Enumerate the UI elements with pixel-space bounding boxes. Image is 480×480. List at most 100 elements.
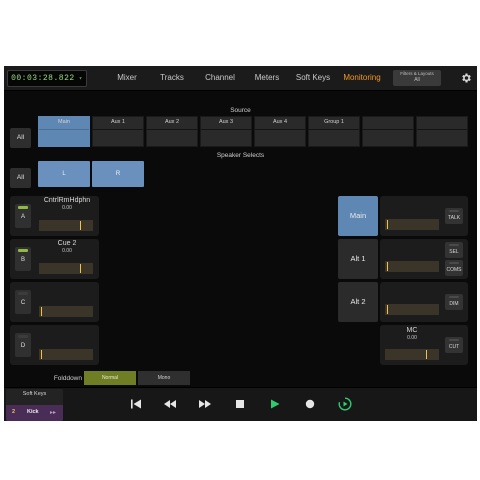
monitor-main-fader-cap[interactable] [387, 220, 388, 229]
tab-channel[interactable]: Channel [198, 66, 242, 90]
output-d-fader[interactable] [39, 349, 93, 360]
output-a-button[interactable]: A [15, 204, 31, 228]
monitoring-screen: 00:03:28.822 ▾ Mixer Tracks Channel Mete… [4, 66, 477, 421]
source-button-divider [201, 129, 251, 130]
speaker-button-l[interactable]: L [38, 161, 90, 187]
rewind-icon[interactable] [162, 396, 178, 412]
soft-key-strip[interactable]: 2 Kick ▸▸ [6, 405, 63, 421]
source-button-label: Aux 3 [218, 119, 234, 125]
output-a-fader-cap[interactable] [80, 221, 81, 230]
dim-button[interactable]: DIM [445, 294, 463, 310]
filters-layouts-button[interactable]: Filters & Layouts All [393, 70, 441, 86]
soft-key-name: Kick [27, 409, 39, 415]
output-c-button[interactable]: C [15, 290, 31, 314]
tab-monitoring[interactable]: Monitoring [337, 66, 387, 90]
source-button-divider [93, 129, 143, 130]
mc-fader-cap[interactable] [426, 350, 427, 359]
output-b-fader-cap[interactable] [80, 264, 81, 273]
stop-icon[interactable] [232, 396, 248, 412]
monitor-main-fader[interactable] [385, 219, 439, 230]
output-c-led [18, 292, 28, 295]
monitor-alt-2-fader[interactable] [385, 304, 439, 315]
output-c-letter: C [20, 300, 26, 306]
monitor-alt-1-panel: SEL COMS [380, 239, 468, 279]
tab-mixer[interactable]: Mixer [108, 66, 146, 90]
monitor-alt-2-button[interactable]: Alt 2 [338, 282, 378, 322]
soft-keys-panel[interactable]: Soft Keys 2 Kick ▸▸ [6, 389, 63, 421]
filters-layouts-value: All [414, 77, 420, 83]
source-label: Source [230, 107, 251, 114]
dim-label: DIM [449, 301, 459, 307]
tab-meters[interactable]: Meters [246, 66, 288, 90]
soft-key-next-icon[interactable]: ▸▸ [50, 409, 56, 416]
speaker-all-button[interactable]: All [10, 168, 31, 188]
talk-label: TALK [447, 215, 461, 221]
output-c-fader[interactable] [39, 306, 93, 317]
sel-led [449, 244, 459, 246]
output-a-led [18, 206, 28, 209]
source-button-divider [39, 129, 89, 130]
output-a-value: 0.00 [62, 205, 72, 211]
play-icon[interactable] [267, 396, 283, 412]
output-b-name: Cue 2 [57, 240, 77, 247]
monitor-alt-2-fader-cap[interactable] [387, 305, 388, 314]
cut-led [449, 339, 459, 341]
tab-soft-keys[interactable]: Soft Keys [291, 66, 335, 90]
gear-icon[interactable] [460, 72, 472, 84]
speaker-selects-label: Speaker Selects [216, 152, 265, 159]
fast-forward-icon[interactable] [197, 396, 213, 412]
monitor-alt-1-fader[interactable] [385, 261, 439, 272]
output-a-panel: A CntrlRmHdphn 0.00 [10, 196, 99, 236]
output-b-panel: B Cue 2 0.00 [10, 239, 99, 279]
output-a-fader[interactable] [39, 220, 93, 231]
talk-button[interactable]: TALK [445, 208, 463, 224]
rewind-to-start-icon[interactable] [128, 396, 144, 412]
coms-button[interactable]: COMS [445, 260, 463, 276]
source-button-aux-4[interactable]: Aux 4 [254, 116, 306, 147]
output-a-letter: A [20, 214, 25, 220]
source-button-label: Aux 1 [110, 119, 126, 125]
source-button-aux-3[interactable]: Aux 3 [200, 116, 252, 147]
output-a-name: CntrlRmHdphn [43, 197, 91, 204]
output-d-button[interactable]: D [15, 333, 31, 357]
source-button-divider [417, 129, 467, 130]
tab-tracks[interactable]: Tracks [152, 66, 192, 90]
source-button-main[interactable]: Main [38, 116, 90, 147]
mc-fader[interactable] [385, 349, 439, 360]
source-button-aux-1[interactable]: Aux 1 [92, 116, 144, 147]
output-b-letter: B [20, 257, 25, 263]
source-button-empty-2[interactable] [416, 116, 468, 147]
output-b-button[interactable]: B [15, 247, 31, 271]
source-button-divider [309, 129, 359, 130]
output-c-fader-cap[interactable] [41, 307, 42, 316]
loop-icon[interactable] [337, 396, 353, 412]
source-button-aux-2[interactable]: Aux 2 [146, 116, 198, 147]
sel-label: SEL [449, 249, 459, 255]
source-button-empty-1[interactable] [362, 116, 414, 147]
source-button-group-1[interactable]: Group 1 [308, 116, 360, 147]
timecode-display[interactable]: 00:03:28.822 ▾ [7, 70, 87, 87]
soft-keys-label: Soft Keys [22, 391, 47, 397]
sel-button[interactable]: SEL [445, 242, 463, 258]
transport-bar: Soft Keys 2 Kick ▸▸ [4, 387, 477, 421]
source-button-label: Aux 2 [164, 119, 180, 125]
cut-button[interactable]: CUT [445, 337, 463, 353]
output-b-fader[interactable] [39, 263, 93, 274]
output-b-led [18, 249, 28, 252]
source-button-label: Main [58, 119, 70, 125]
monitor-alt-1-button[interactable]: Alt 1 [338, 239, 378, 279]
timecode-dropdown-icon: ▾ [74, 75, 83, 82]
source-button-divider [147, 129, 197, 130]
record-icon[interactable] [302, 396, 318, 412]
source-all-button[interactable]: All [10, 128, 31, 148]
monitor-alt-1-fader-cap[interactable] [387, 262, 388, 271]
dim-led [449, 296, 459, 298]
folddown-normal-button[interactable]: Normal [84, 371, 136, 385]
talk-led [449, 210, 459, 212]
speaker-button-r[interactable]: R [92, 161, 144, 187]
folddown-mono-button[interactable]: Mono [138, 371, 190, 385]
source-button-label: Group 1 [324, 119, 344, 125]
monitor-main-button[interactable]: Main [338, 196, 378, 236]
output-d-fader-cap[interactable] [41, 350, 42, 359]
mc-value: 0.00 [407, 335, 417, 341]
